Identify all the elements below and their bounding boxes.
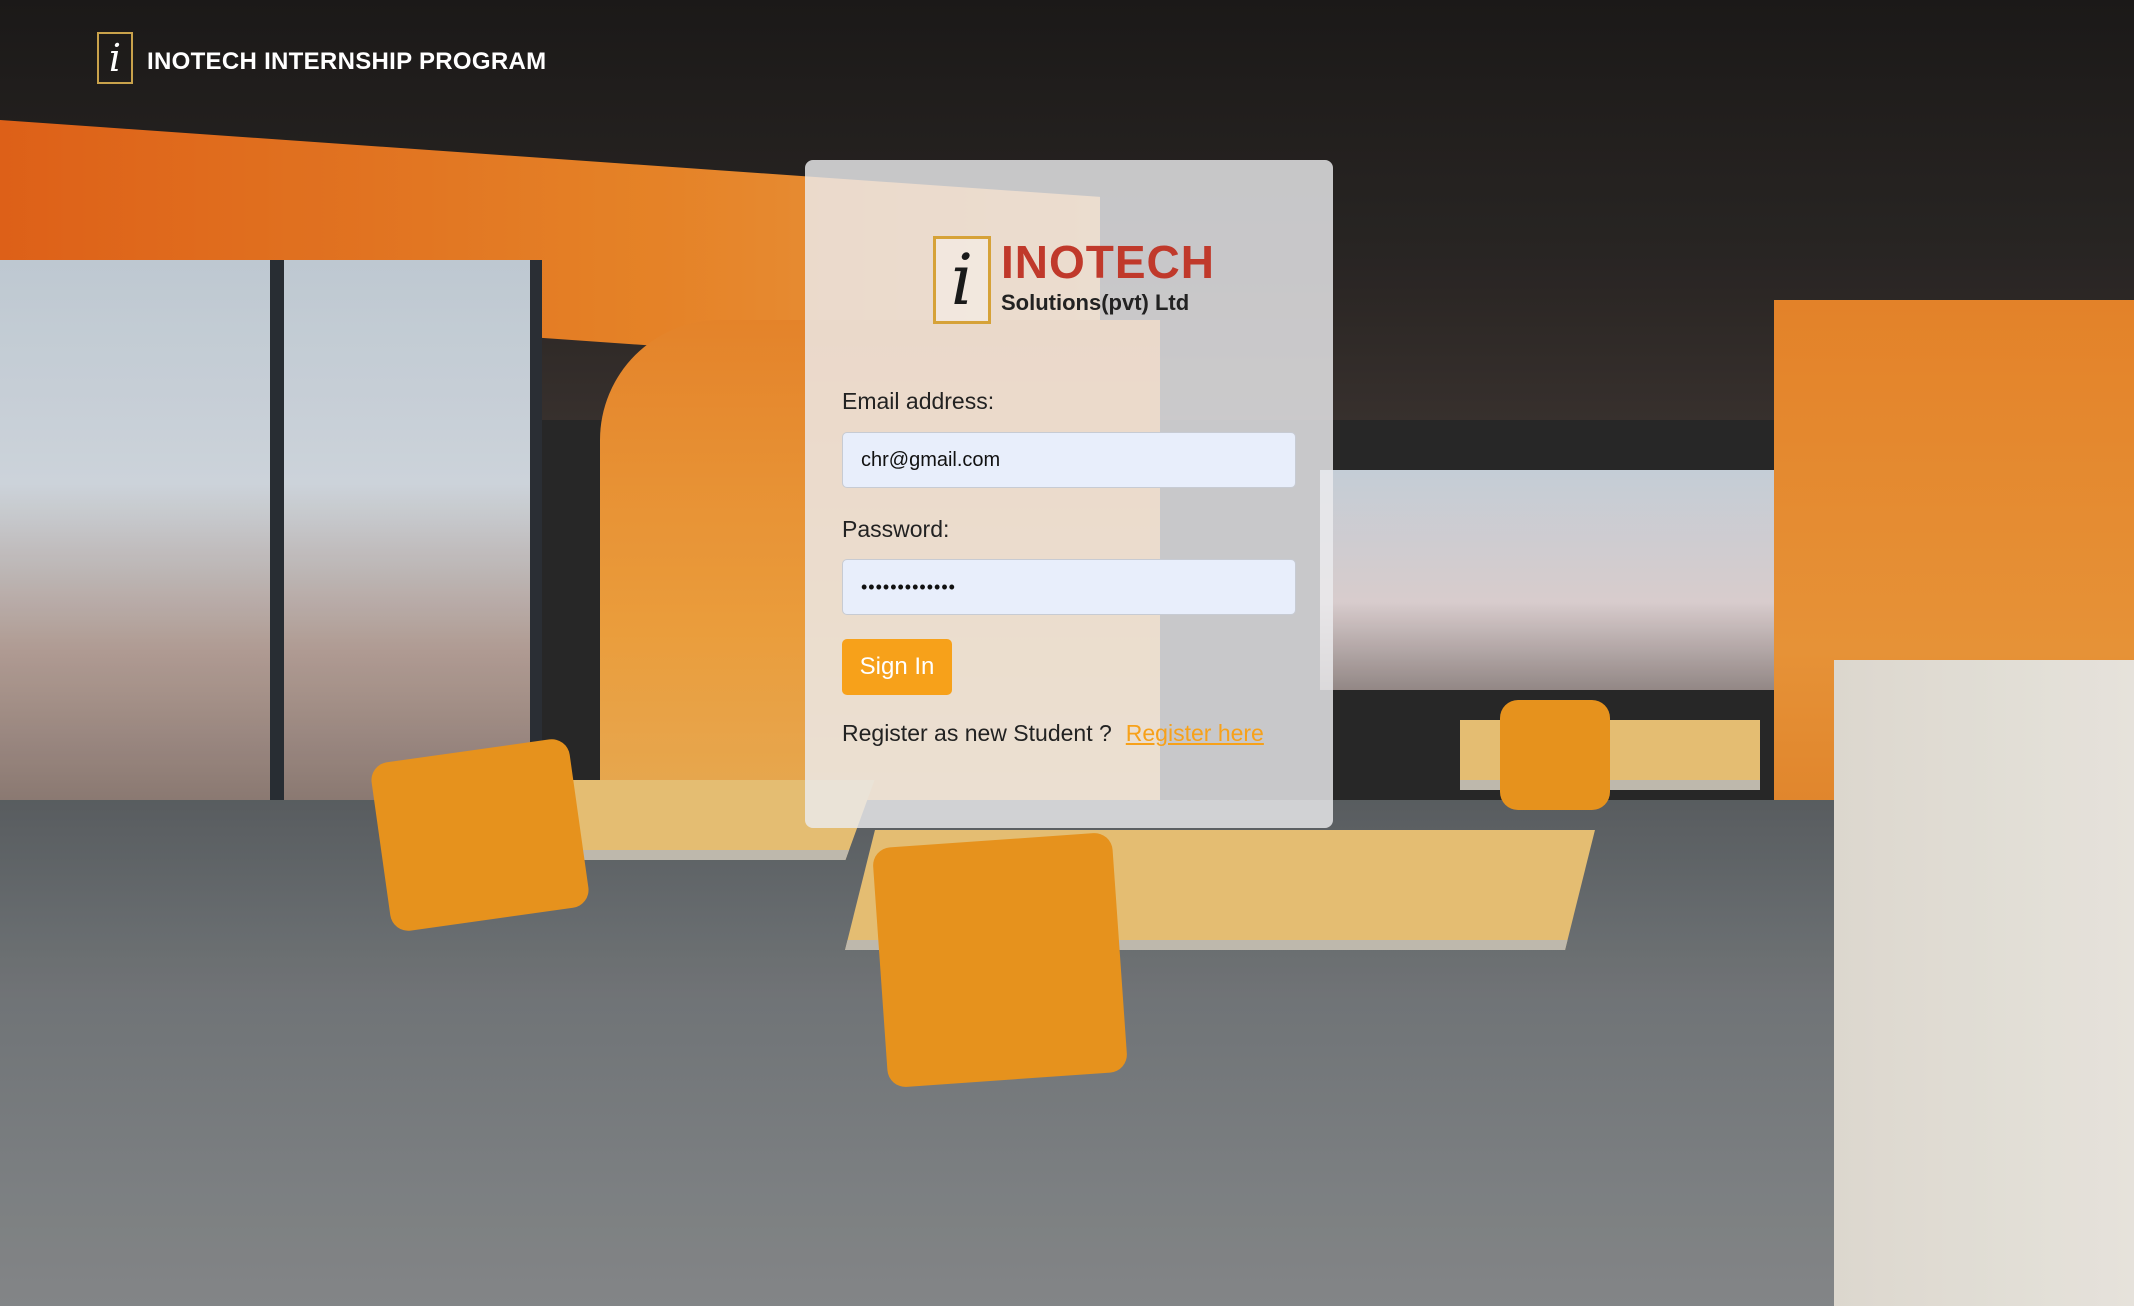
register-row: Register as new Student ? Register here xyxy=(842,720,1264,747)
email-label: Email address: xyxy=(842,388,995,414)
company-logo: i xyxy=(933,236,991,324)
site-header: i INOTECH INTERNSHIP PROGRAM xyxy=(97,32,546,84)
password-label: Password: xyxy=(842,516,950,542)
company-logo-letter: i xyxy=(950,239,974,321)
email-field[interactable]: chr@gmail.com xyxy=(842,432,1296,488)
logo-letter: i xyxy=(108,36,122,80)
login-card: i INOTECH Solutions(pvt) Ltd Email addre… xyxy=(805,160,1333,828)
register-link[interactable]: Register here xyxy=(1126,720,1264,747)
sign-in-button[interactable]: Sign In xyxy=(842,639,952,695)
login-page: i INOTECH INTERNSHIP PROGRAM i INOTECH S… xyxy=(0,0,2134,1306)
company-subtitle: Solutions(pvt) Ltd xyxy=(1001,290,1190,315)
site-title: INOTECH INTERNSHIP PROGRAM xyxy=(147,48,547,75)
site-logo[interactable]: i xyxy=(97,32,133,84)
company-brand: i INOTECH Solutions(pvt) Ltd xyxy=(933,236,1215,324)
register-prompt: Register as new Student ? xyxy=(842,720,1112,746)
company-name: INOTECH xyxy=(1001,236,1215,288)
password-field[interactable]: ••••••••••••• xyxy=(842,559,1296,615)
